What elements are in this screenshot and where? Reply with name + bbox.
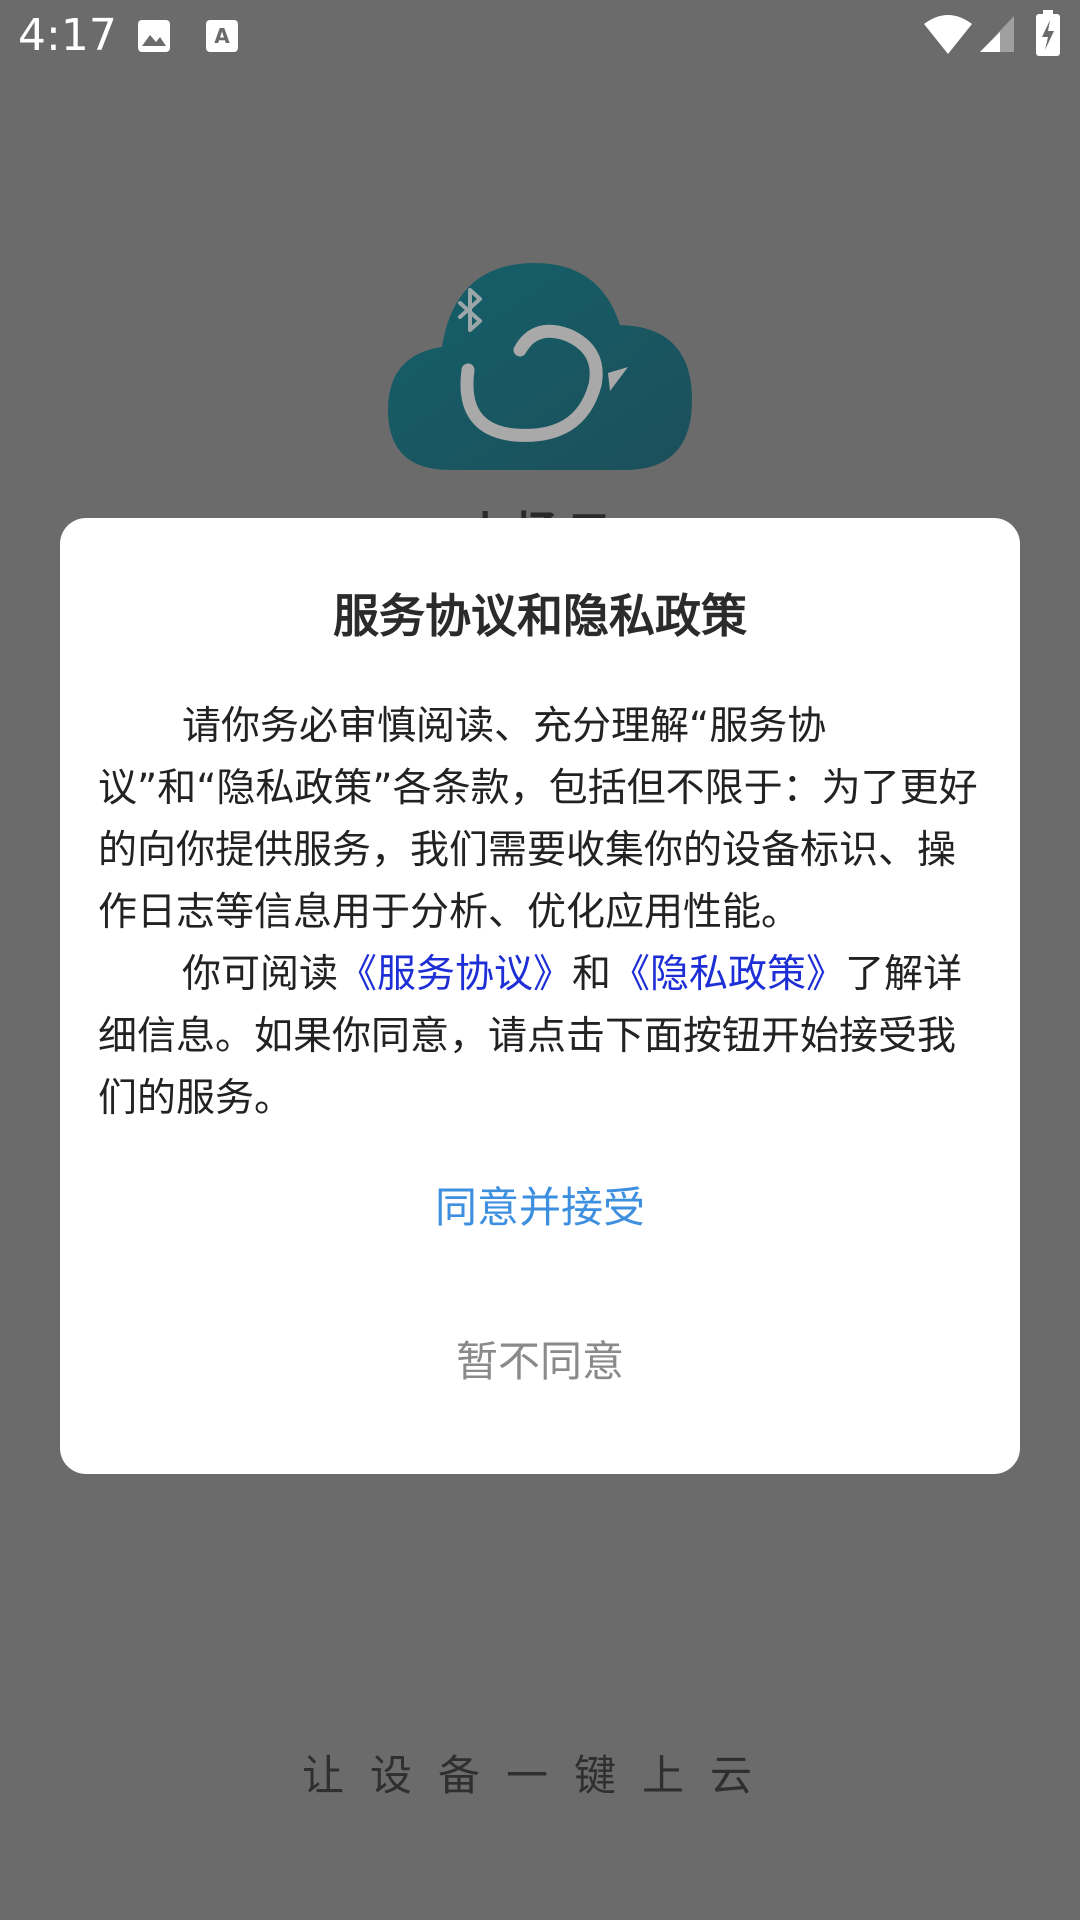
dialog-paragraph-1: 请你务必审慎阅读、充分理解“服务协议”和“隐私政策”各条款，包括但不限于：为了更… <box>98 704 978 935</box>
app-logo <box>388 263 692 470</box>
status-time: 4:17 <box>18 10 117 61</box>
svg-text:A: A <box>214 24 230 48</box>
dialog-paragraph-2: 你可阅读《服务协议》和《隐私政策》了解详细信息。如果你同意，请点击下面按钮开始接… <box>98 944 982 1130</box>
tagline: 让设备一键上云 <box>301 1751 778 1800</box>
dialog-title: 服务协议和隐私政策 <box>333 589 747 643</box>
wifi-icon <box>924 15 972 54</box>
battery-charging-icon <box>1036 10 1060 56</box>
dialog-body: 请你务必审慎阅读、充分理解“服务协议”和“隐私政策”各条款，包括但不限于：为了更… <box>98 696 982 1130</box>
privacy-policy-link[interactable]: 《隐私政策》 <box>611 952 845 997</box>
para2-and: 和 <box>572 952 612 997</box>
cellular-signal-icon <box>980 16 1014 52</box>
decline-button[interactable]: 暂不同意 <box>340 1322 740 1402</box>
privacy-dialog: 服务协议和隐私政策 请你务必审慎阅读、充分理解“服务协议”和“隐私政策”各条款，… <box>60 518 1020 1474</box>
service-agreement-link[interactable]: 《服务协议》 <box>338 952 572 997</box>
agree-button[interactable]: 同意并接受 <box>340 1168 740 1248</box>
para2-prefix: 你可阅读 <box>182 952 339 997</box>
image-icon <box>138 20 170 52</box>
font-download-icon: A <box>206 20 238 52</box>
status-bar: 4:17 A <box>0 0 1080 72</box>
